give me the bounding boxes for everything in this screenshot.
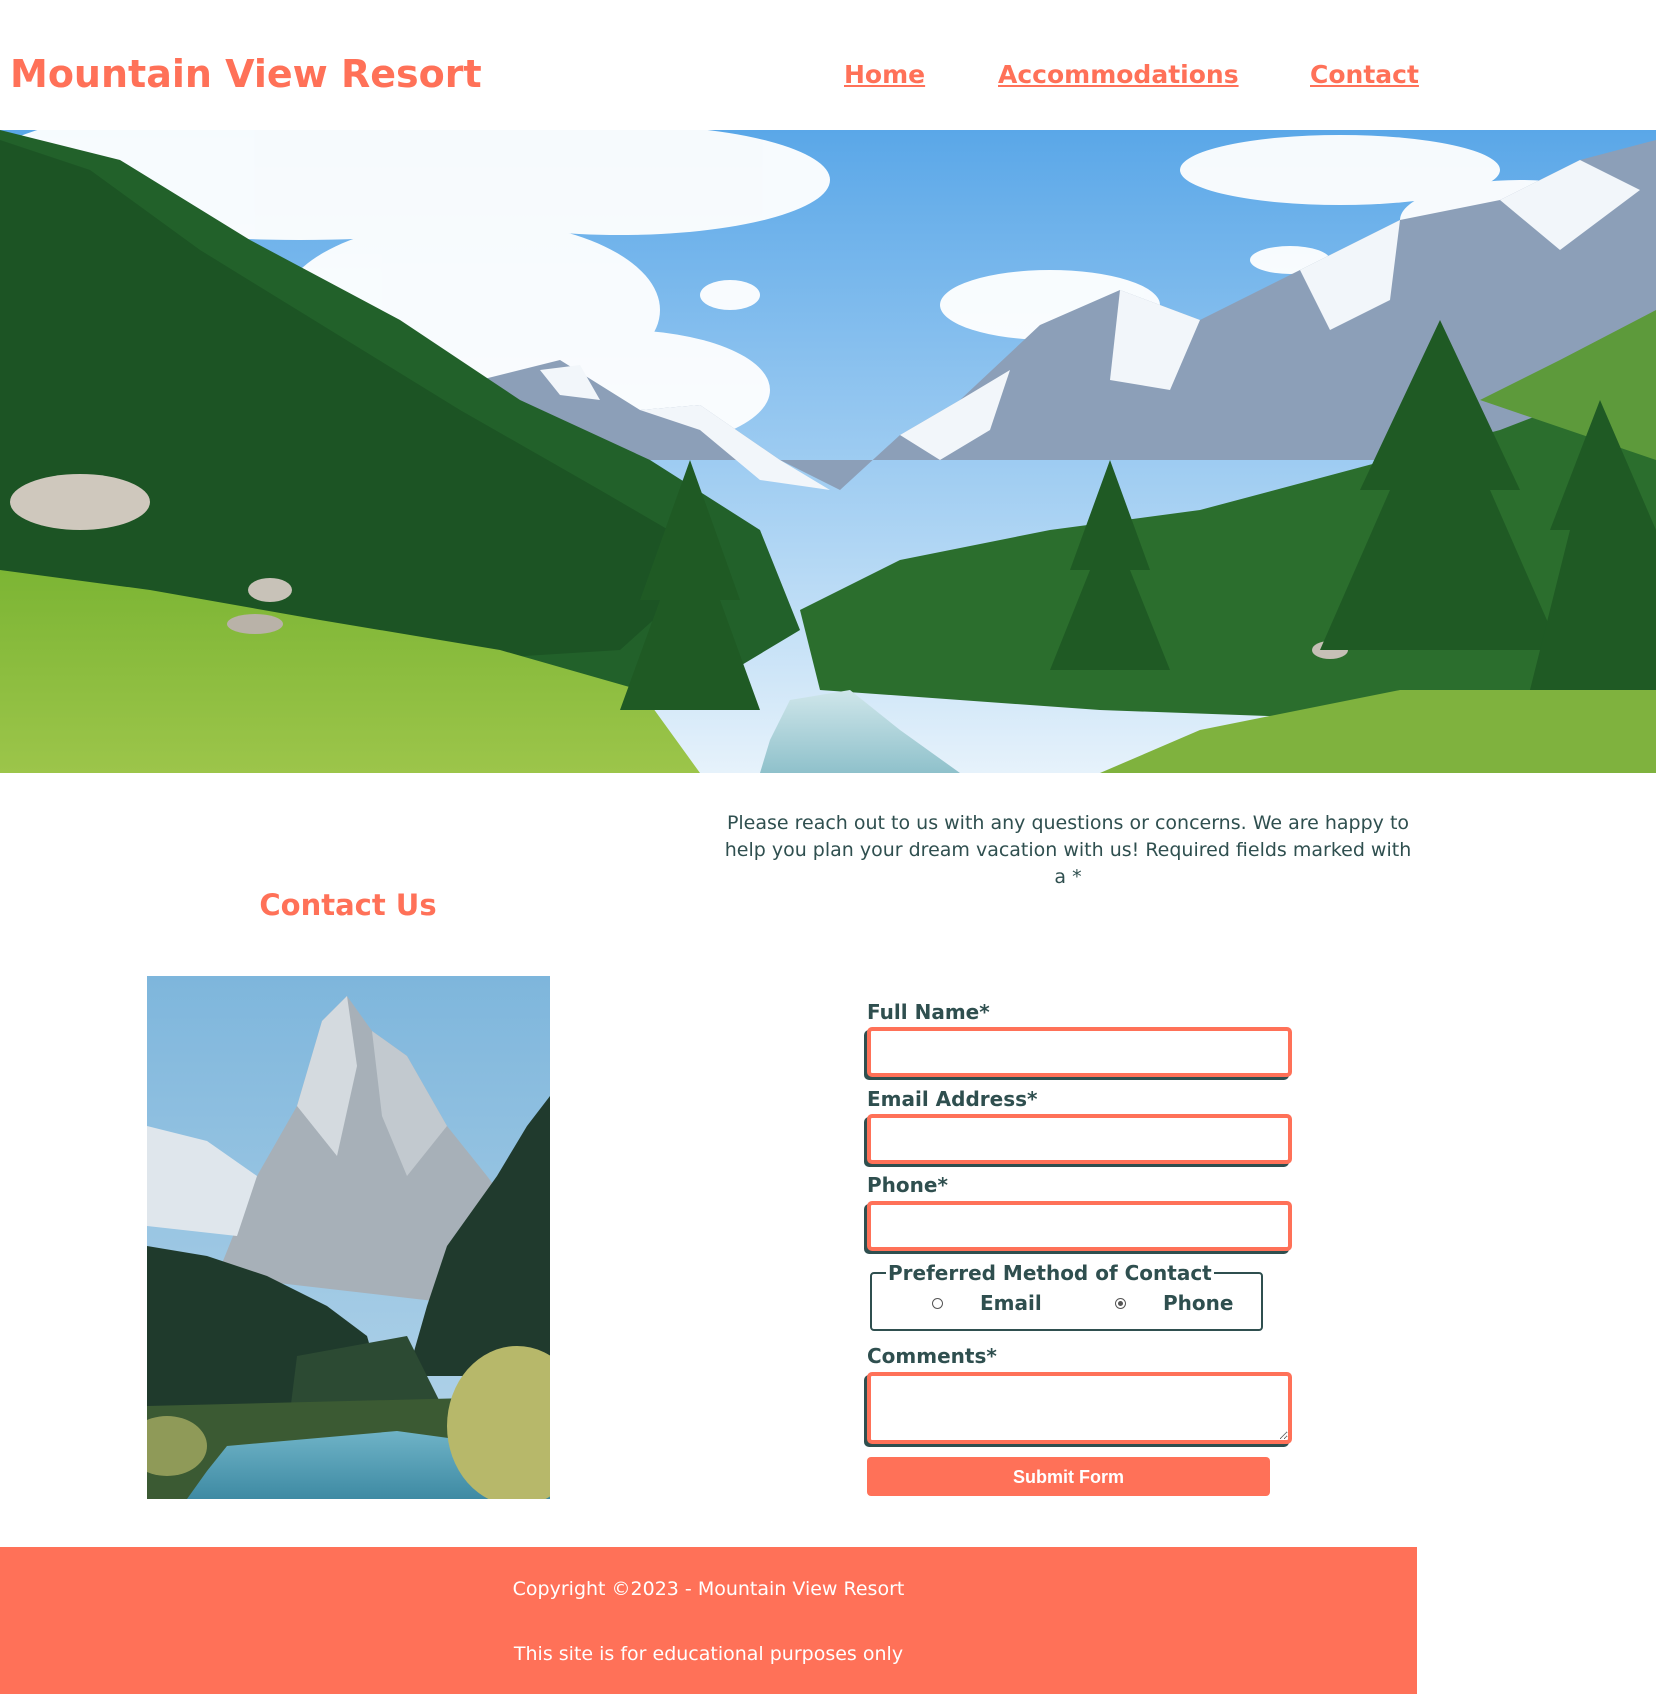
footer-copyright: Copyright ©2023 - Mountain View Resort [512,1578,905,1600]
main-nav: Home Accommodations Contact [0,58,1656,92]
nav-link-home[interactable]: Home [844,58,925,92]
phone-label: Phone* [867,1173,948,1197]
email-radio-label: Email [980,1291,1042,1315]
contact-heading: Contact Us [259,888,437,922]
contact-method-legend: Preferred Method of Contact [886,1260,1214,1286]
nav-link-accommodations[interactable]: Accommodations [998,58,1239,92]
mountain-photo [147,976,550,1499]
comments-label: Comments* [867,1344,997,1368]
footer: Copyright ©2023 - Mountain View Resort T… [0,1547,1417,1694]
email-input[interactable] [867,1114,1292,1164]
submit-button[interactable]: Submit Form [867,1457,1270,1496]
hero-image [0,130,1656,773]
phone-radio-label: Phone [1163,1291,1234,1315]
contact-method-fieldset: Preferred Method of Contact Email Phone [870,1260,1263,1331]
intro-text: Please reach out to us with any question… [724,812,1412,888]
nav-link-contact[interactable]: Contact [1310,58,1419,92]
phone-radio[interactable] [1115,1298,1126,1309]
comments-textarea[interactable] [867,1372,1292,1444]
footer-note: This site is for educational purposes on… [513,1643,904,1665]
phone-input[interactable] [867,1201,1292,1251]
full-name-label: Full Name* [867,1000,990,1024]
full-name-input[interactable] [867,1027,1292,1077]
email-label: Email Address* [867,1087,1038,1111]
page: Mountain View Resort Home Accommodations… [0,0,1656,1694]
email-radio[interactable] [932,1298,943,1309]
